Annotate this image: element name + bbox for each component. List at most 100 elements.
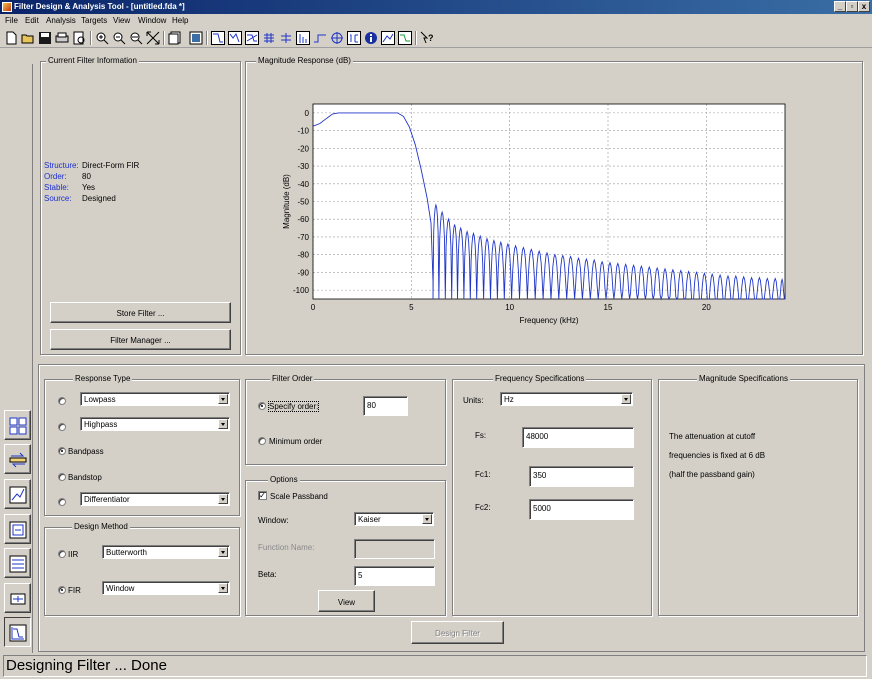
filter-information-icon[interactable] [364,31,378,45]
import-filter-button[interactable] [4,514,31,544]
magnitude-response-icon[interactable] [211,31,225,45]
figure-icon[interactable] [189,31,203,45]
print-preview-icon[interactable] [72,31,86,45]
minimum-order-label[interactable]: Minimum order [269,437,322,446]
panel-title: Current Filter Information [46,56,139,65]
group-title: Response Type [73,374,133,383]
magnitude-specs-group: Magnitude Specifications The attenuation… [658,374,858,616]
group-title: Design Method [72,522,130,531]
group-delay-icon[interactable] [262,31,276,45]
specify-order-label[interactable]: Specify order: [267,401,320,412]
options-group: Options ✓ Scale Passband Window: Kaiser … [245,475,446,616]
differentiator-radio[interactable] [58,498,66,506]
iir-label[interactable]: IIR [68,550,78,559]
open-folder-icon[interactable] [21,31,35,45]
function-name-label: Function Name: [258,543,315,552]
menu-window[interactable]: Window [138,16,166,25]
pole-zero-editor-button[interactable] [4,479,31,509]
close-button[interactable]: x [858,1,870,12]
full-view-icon[interactable] [146,31,160,45]
iir-method-combo[interactable]: Butterworth [102,545,230,559]
menu-view[interactable]: View [113,16,130,25]
magnitude-note-line-3: (half the passband gain) [669,470,755,479]
window-combo[interactable]: Kaiser [354,512,434,526]
impulse-response-icon[interactable] [296,31,310,45]
pole-zero-plot-icon[interactable] [330,31,344,45]
group-title: Magnitude Specifications [697,374,790,383]
bandpass-label[interactable]: Bandpass [68,447,104,456]
fc1-input[interactable]: 350 [529,466,634,487]
zoom-x-icon[interactable] [129,31,143,45]
fir-label[interactable]: FIR [68,586,81,595]
chevron-down-icon [218,494,228,504]
fs-input[interactable]: 48000 [522,427,634,448]
menu-analysis[interactable]: Analysis [46,16,76,25]
units-combo[interactable]: Hz [500,392,633,406]
fir-method-combo[interactable]: Window [102,581,230,595]
chevron-down-icon [218,547,228,557]
new-file-icon[interactable] [4,31,18,45]
fir-radio[interactable] [58,586,66,594]
beta-input[interactable]: 5 [354,566,435,586]
filter-coefficients-icon[interactable] [347,31,361,45]
fc1-label: Fc1: [475,470,491,479]
filter-order-group: Filter Order Specify order: 80 Minimum o… [245,374,446,465]
y-tick-label: -90 [297,268,309,277]
bandstop-radio[interactable] [58,473,66,481]
y-tick-label: -70 [297,233,309,242]
filter-manager-button[interactable]: Filter Manager ... [50,329,231,350]
response-type-group: Response Type Lowpass Highpass Bandpass … [44,374,240,516]
new-figure-icon[interactable] [168,31,182,45]
x-axis-label: Frequency (kHz) [519,316,578,325]
design-filter-icon [9,624,27,642]
multirate-button[interactable] [4,548,31,578]
design-filter-mode-button[interactable] [4,617,31,647]
transform-filter-icon [9,417,27,435]
status-bar: Designing Filter ... Done [3,655,867,677]
zoom-out-icon[interactable] [112,31,126,45]
phase-response-icon[interactable] [228,31,242,45]
print-icon[interactable] [55,31,69,45]
toolbar: ? [0,28,872,48]
realize-model-button[interactable] [4,583,31,613]
iir-radio[interactable] [58,550,66,558]
combo-value: Butterworth [106,548,147,557]
menu-targets[interactable]: Targets [81,16,107,25]
design-filter-button[interactable]: Design Filter [411,621,504,644]
minimum-order-radio[interactable] [258,437,266,445]
combo-value: Differentiator [84,495,130,504]
scale-passband-label[interactable]: Scale Passband [270,492,328,501]
save-icon[interactable] [38,31,52,45]
store-filter-button[interactable]: Store Filter ... [50,302,231,323]
differentiator-combo[interactable]: Differentiator [80,492,230,506]
restore-button[interactable]: ▫ [846,1,858,12]
lowpass-combo[interactable]: Lowpass [80,392,230,406]
lowpass-radio[interactable] [58,397,66,405]
highpass-radio[interactable] [58,423,66,431]
whats-this-help-icon[interactable]: ? [420,31,434,45]
bandstop-label[interactable]: Bandstop [68,473,102,482]
fc2-input[interactable]: 5000 [529,499,634,520]
magnitude-response-estimate-icon[interactable] [381,31,395,45]
menu-file[interactable]: File [5,16,18,25]
menu-edit[interactable]: Edit [25,16,39,25]
specify-order-radio[interactable] [258,402,266,410]
zoom-in-icon[interactable] [95,31,109,45]
noise-power-spectrum-icon[interactable] [398,31,412,45]
menu-help[interactable]: Help [172,16,188,25]
phase-delay-icon[interactable] [279,31,293,45]
order-input[interactable]: 80 [363,396,408,416]
magnitude-phase-icon[interactable] [245,31,259,45]
view-window-button[interactable]: View [318,590,375,612]
bandpass-radio[interactable] [58,447,66,455]
units-label: Units: [463,396,484,405]
convert-structure-button[interactable] [4,444,31,474]
scale-passband-checkbox[interactable]: ✓ [258,491,267,500]
realize-model-icon [10,593,26,605]
highpass-combo[interactable]: Highpass [80,417,230,431]
transform-filter-button[interactable] [4,410,31,440]
minimize-button[interactable]: _ [834,1,846,12]
magnitude-response-chart[interactable]: 0 5 10 15 20 0 -10 -20 -30 -40 -50 -60 -70 -80 -90 -100… [278,96,798,326]
step-response-icon[interactable] [313,31,327,45]
svg-text:?: ? [428,33,434,43]
